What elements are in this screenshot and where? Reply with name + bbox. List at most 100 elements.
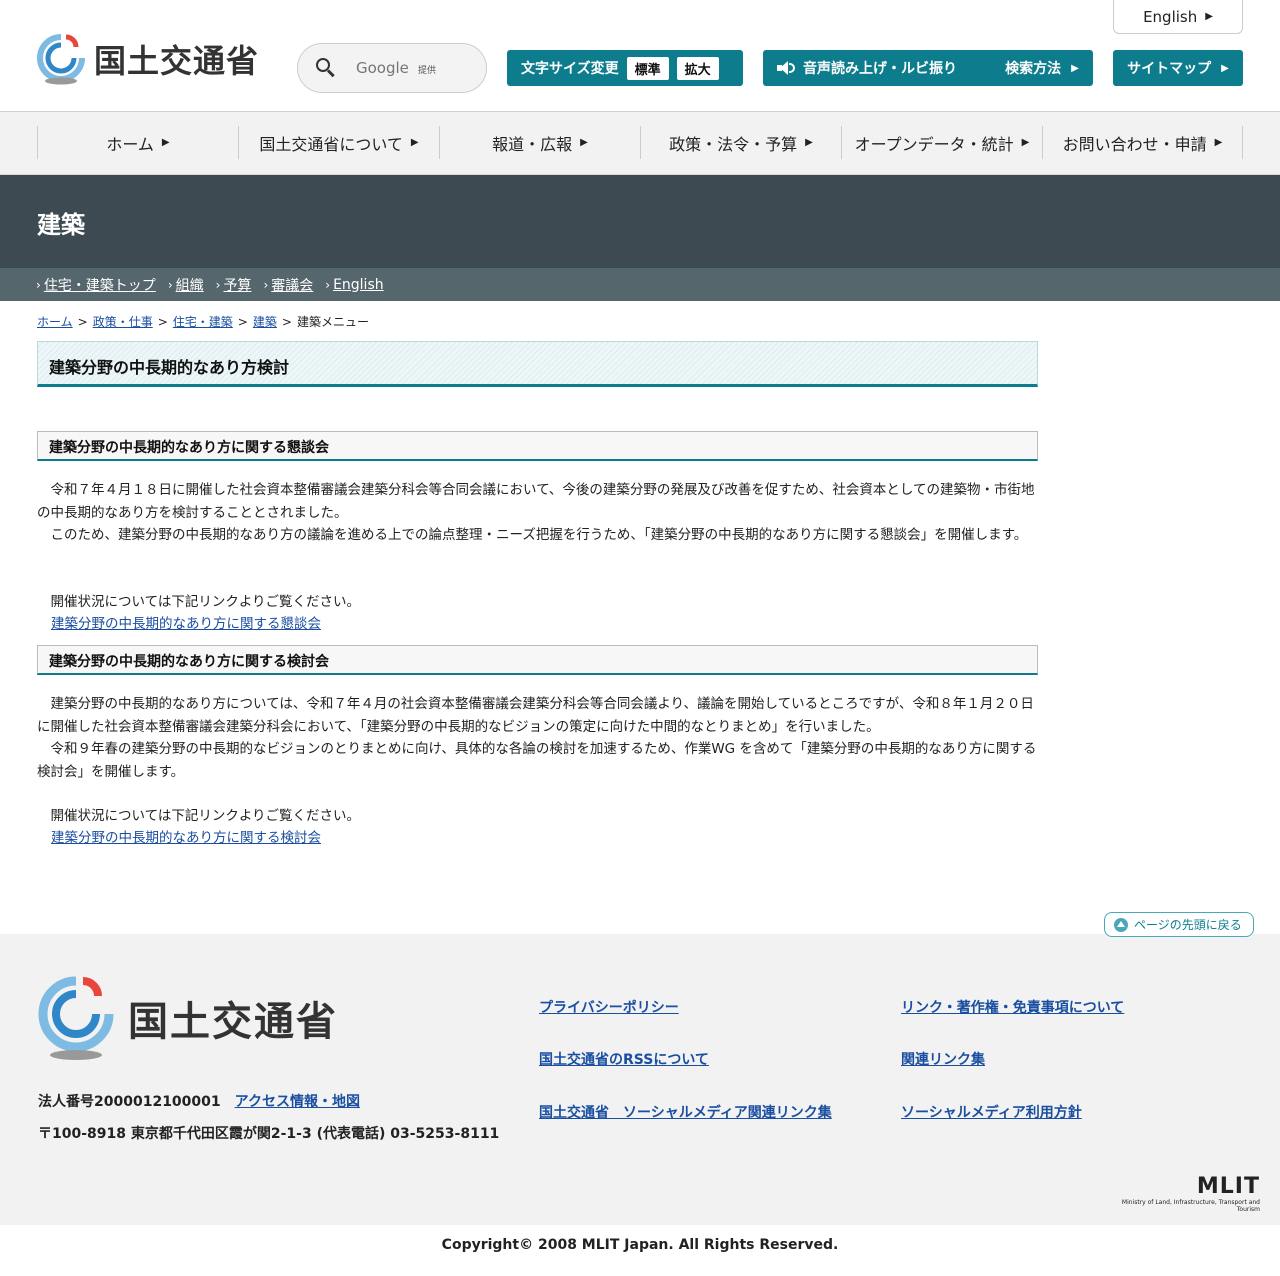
- gnav-label: オープンデータ・統計: [854, 134, 1014, 154]
- gnav-label: 報道・広報: [492, 134, 573, 154]
- chevron-right-icon: ›: [325, 277, 331, 292]
- gnav-label: ホーム: [106, 134, 154, 154]
- address: 〒100-8918 東京都千代田区霞が関2-1-3 (代表電話) 03-5253…: [38, 1126, 500, 1142]
- triangle-right-icon: ▶: [805, 137, 813, 148]
- social-media-policy-link[interactable]: ソーシャルメディア利用方針: [901, 1102, 1082, 1122]
- mlit-wordmark-subtitle: Ministry of Land, Infrastructure, Transp…: [1121, 1199, 1260, 1213]
- link-copyright-link[interactable]: リンク・著作権・免責事項について: [901, 997, 1124, 1017]
- mlit-wordmark: MLIT Ministry of Land, Infrastructure, T…: [1100, 1174, 1260, 1213]
- gnav-item-about[interactable]: 国土交通省について ▶: [238, 126, 439, 159]
- subnav-link-english[interactable]: English: [333, 277, 384, 293]
- search-box[interactable]: 提供: [297, 43, 487, 93]
- breadcrumb-separator: >: [281, 315, 292, 329]
- section-title: 建築分野の中長期的なあり方に関する懇談会: [49, 440, 329, 456]
- subnav-link-council[interactable]: 審議会: [271, 275, 313, 295]
- mlit-wordmark-text: MLIT: [1196, 1174, 1260, 1199]
- voice-ruby-button[interactable]: 音声読み上げ・ルビ振り: [763, 50, 999, 86]
- page-heading-box: 建築分野の中長期的なあり方検討: [37, 341, 1038, 387]
- english-label: English: [1143, 7, 1198, 26]
- related-links-link[interactable]: 関連リンク集: [901, 1049, 985, 1069]
- mlit-logo-icon: [37, 34, 85, 85]
- back-to-top-label: ページの先頭に戻る: [1134, 918, 1242, 932]
- social-media-links-link[interactable]: 国土交通省 ソーシャルメディア関連リンク集: [539, 1102, 832, 1122]
- sub-nav: › 住宅・建築トップ › 組織 › 予算 › 審議会 › English: [0, 268, 1280, 301]
- subnav-link-top[interactable]: 住宅・建築トップ: [44, 275, 156, 295]
- font-size-label: 文字サイズ変更: [521, 61, 619, 77]
- breadcrumb-separator: >: [237, 315, 248, 329]
- mlit-logo-icon: [38, 976, 114, 1060]
- gnav-item-press[interactable]: 報道・広報 ▶: [439, 126, 640, 159]
- gnav-item-contact[interactable]: お問い合わせ・申請 ▶: [1042, 126, 1243, 159]
- category-title: 建築: [37, 211, 85, 239]
- chevron-right-icon: ›: [36, 277, 41, 292]
- search-method-button[interactable]: 検索方法 ▶: [991, 50, 1093, 86]
- section-heading-review: 建築分野の中長期的なあり方に関する検討会: [37, 645, 1038, 675]
- search-method-label: 検索方法: [1005, 61, 1062, 77]
- search-icon[interactable]: [316, 58, 336, 78]
- site-logo[interactable]: 国土交通省: [36, 33, 259, 85]
- speaker-icon: [777, 60, 795, 76]
- category-title-band: 建築: [0, 175, 1280, 268]
- section2-link-wrap: 建築分野の中長期的なあり方に関する検討会: [37, 827, 1037, 850]
- voice-label: 音声読み上げ・ルビ振り: [803, 61, 957, 77]
- logo-text: 国土交通省: [94, 42, 260, 80]
- sitemap-label: サイトマップ: [1127, 61, 1212, 77]
- font-size-large-button[interactable]: 拡大: [676, 56, 719, 80]
- section2-paragraph-1: 建築分野の中長期的なあり方については、令和７年４月の社会資本整備審議会建築分科会…: [37, 696, 1034, 735]
- gnav-label: 政策・法令・予算: [669, 134, 798, 154]
- sitemap-button[interactable]: サイトマップ ▶: [1113, 50, 1243, 86]
- global-nav: ホーム ▶ 国土交通省について ▶ 報道・広報 ▶ 政策・法令・予算 ▶ オープンデータ…: [0, 112, 1280, 175]
- gnav-label: お問い合わせ・申請: [1062, 134, 1207, 154]
- triangle-right-icon: ▶: [410, 137, 419, 148]
- triangle-right-icon: ▶: [1205, 11, 1213, 22]
- search-input[interactable]: [356, 59, 466, 77]
- breadcrumb-link-policy[interactable]: 政策・仕事: [93, 315, 153, 329]
- site-footer: 国土交通省 法人番号2000012100001 アクセス情報・地図 〒100-89…: [0, 934, 1280, 1225]
- corporate-number-text: 法人番号2000012100001: [38, 1094, 221, 1110]
- breadcrumb-separator: >: [157, 315, 168, 329]
- breadcrumb-link-housing[interactable]: 住宅・建築: [173, 315, 233, 329]
- gnav-item-policy[interactable]: 政策・法令・予算 ▶: [640, 126, 841, 159]
- section1-link-wrap: 建築分野の中長期的なあり方に関する懇談会: [37, 613, 1037, 636]
- gnav-item-opendata[interactable]: オープンデータ・統計 ▶: [841, 126, 1042, 159]
- section1-paragraph-3: 開催状況については下記リンクよりご覧ください。: [37, 594, 361, 610]
- breadcrumb-link-building[interactable]: 建築: [253, 315, 277, 329]
- breadcrumb-separator: >: [77, 315, 88, 329]
- section1-paragraph-2: このため、建築分野の中長期的なあり方の議論を進める上での論点整理・ニーズ把握を行…: [37, 527, 1028, 543]
- access-map-link[interactable]: アクセス情報・地図: [235, 1094, 360, 1110]
- footer-logo[interactable]: 国土交通省: [38, 976, 338, 1060]
- chevron-right-icon: ›: [263, 277, 269, 292]
- english-link[interactable]: English ▶: [1113, 0, 1243, 34]
- section-title: 建築分野の中長期的なあり方に関する検討会: [49, 654, 329, 670]
- subnav-link-org[interactable]: 組織: [176, 275, 204, 295]
- consultation-link[interactable]: 建築分野の中長期的なあり方に関する懇談会: [51, 616, 321, 632]
- triangle-right-icon: ▶: [161, 137, 170, 148]
- section2-paragraph-2: 令和９年春の建築分野の中長期的なビジョンのとりまとめに向け、具体的な各論の検討を…: [37, 741, 1037, 780]
- privacy-policy-link[interactable]: プライバシーポリシー: [539, 997, 679, 1017]
- page-title: 建築分野の中長期的なあり方検討: [49, 358, 290, 377]
- search-provided-label: 提供: [418, 66, 437, 76]
- section1-paragraph-1: 令和７年４月１８日に開催した社会資本整備審議会建築分科会等合同会議において、今後…: [37, 482, 1035, 521]
- site-header: 国土交通省 English ▶ 提供 文字サイズ変更 標準 拡大 音声読み上げ・…: [0, 0, 1280, 112]
- section2-paragraph-3: 開催状況については下記リンクよりご覧ください。: [37, 808, 361, 824]
- triangle-right-icon: ▶: [1071, 62, 1079, 74]
- font-size-control: 文字サイズ変更 標準 拡大: [507, 50, 743, 86]
- font-size-standard-button[interactable]: 標準: [626, 56, 669, 80]
- copyright: Copyright© 2008 MLIT Japan. All Rights R…: [441, 1237, 839, 1253]
- breadcrumb: ホーム > 政策・仕事 > 住宅・建築 > 建築 > 建築メニュー: [37, 313, 369, 330]
- back-to-top-button[interactable]: ページの先頭に戻る: [1104, 912, 1254, 937]
- footer-logo-text: 国土交通省: [128, 999, 338, 1045]
- breadcrumb-link-home[interactable]: ホーム: [37, 315, 73, 329]
- section-heading-consultation: 建築分野の中長期的なあり方に関する懇談会: [37, 431, 1038, 461]
- subnav-link-budget[interactable]: 予算: [223, 275, 251, 295]
- rss-link[interactable]: 国土交通省のRSSについて: [539, 1049, 709, 1069]
- review-link[interactable]: 建築分野の中長期的なあり方に関する検討会: [51, 830, 321, 846]
- corporate-number: 法人番号2000012100001 アクセス情報・地図: [38, 1091, 360, 1111]
- triangle-right-icon: ▶: [580, 137, 588, 148]
- triangle-right-icon: ▶: [1021, 137, 1030, 148]
- chevron-right-icon: ›: [215, 277, 221, 292]
- triangle-right-icon: ▶: [1214, 137, 1223, 148]
- gnav-item-home[interactable]: ホーム ▶: [37, 126, 238, 159]
- triangle-right-icon: ▶: [1221, 62, 1229, 74]
- breadcrumb-current: 建築メニュー: [296, 315, 369, 329]
